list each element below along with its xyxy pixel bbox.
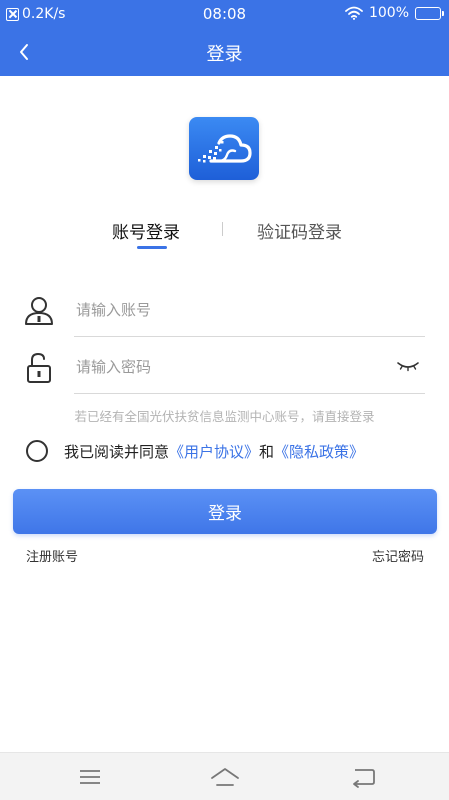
agreement-and: 和 — [259, 442, 275, 461]
account-input[interactable] — [76, 294, 386, 326]
active-tab-indicator — [137, 246, 167, 249]
agreement-prefix: 我已阅读并同意 — [64, 442, 170, 461]
status-bar: 0.2K/s 08:08 100% — [0, 0, 449, 28]
login-tabs: 账号登录 验证码登录 — [0, 218, 449, 258]
user-icon — [25, 297, 53, 325]
cloud-logo-icon — [198, 134, 252, 163]
system-back-icon[interactable] — [348, 765, 378, 789]
agreement-row: 我已阅读并同意 《用户协议》 和 《隐私政策》 — [26, 439, 364, 463]
nav-bar: 登录 — [0, 28, 449, 76]
tab-divider — [222, 222, 223, 236]
system-nav-bar — [0, 752, 449, 800]
tab-sms-login[interactable]: 验证码登录 — [257, 218, 342, 243]
battery-percent: 100% — [368, 5, 409, 21]
account-underline — [74, 336, 425, 337]
forgot-password-link[interactable]: 忘记密码 — [372, 546, 424, 565]
login-hint: 若已经有全国光伏扶贫信息监测中心账号，请直接登录 — [74, 409, 375, 424]
privacy-policy-link[interactable]: 《隐私政策》 — [274, 441, 364, 462]
password-input[interactable] — [76, 351, 386, 383]
register-link[interactable]: 注册账号 — [26, 546, 78, 565]
eye-closed-icon — [397, 362, 419, 372]
app-logo — [189, 117, 259, 180]
login-button[interactable]: 登录 — [13, 489, 437, 534]
password-underline — [74, 393, 425, 394]
menu-icon[interactable] — [75, 765, 105, 789]
home-icon[interactable] — [210, 765, 240, 789]
toggle-password-visibility[interactable] — [395, 357, 421, 375]
status-right: 100% — [345, 5, 444, 21]
battery-icon — [415, 6, 444, 20]
wifi-icon — [345, 6, 363, 20]
page-title: 登录 — [206, 44, 243, 65]
agreement-radio[interactable] — [26, 440, 48, 462]
tab-account-login[interactable]: 账号登录 — [112, 218, 180, 243]
unlock-icon — [27, 352, 51, 383]
password-field — [22, 345, 425, 394]
top-bar: 0.2K/s 08:08 100% 登录 — [0, 0, 449, 76]
account-field — [22, 288, 425, 337]
user-agreement-link[interactable]: 《用户协议》 — [169, 441, 259, 462]
